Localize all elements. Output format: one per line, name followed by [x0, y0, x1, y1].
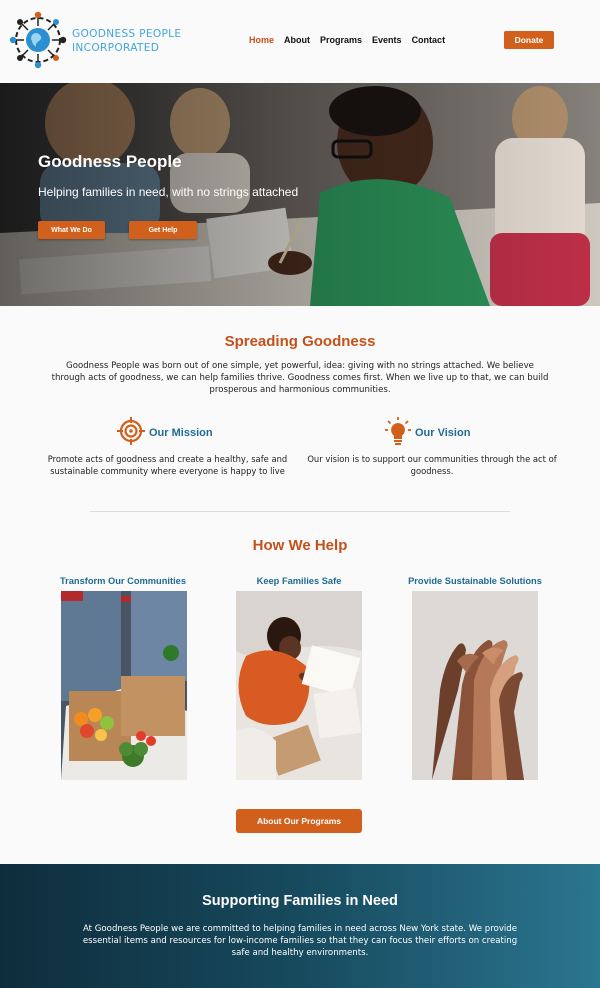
lightbulb-icon — [385, 417, 411, 449]
supporting-families-section: Supporting Families in Need At Goodness … — [0, 864, 600, 988]
hero-title: Goodness People — [38, 152, 182, 171]
girl-studying-image[interactable] — [236, 591, 362, 780]
logo-line-1: GOODNESS PEOPLE — [72, 28, 182, 40]
how-we-help-heading: How We Help — [252, 537, 348, 554]
get-help-button[interactable]: Get Help — [129, 221, 197, 239]
vision-header: Our Vision — [385, 417, 470, 449]
card-title-sustainable: Provide Sustainable Solutions — [408, 576, 542, 586]
mission-header: Our Mission — [117, 417, 213, 449]
hands-together-image[interactable] — [412, 591, 538, 780]
supporting-families-text: At Goodness People we are committed to h… — [82, 924, 518, 958]
vision-text: Our vision is to support our communities… — [307, 454, 557, 476]
card-title-safe: Keep Families Safe — [256, 576, 342, 586]
spreading-goodness-heading: Spreading Goodness — [224, 333, 376, 350]
nav-item-events[interactable]: Events — [372, 35, 402, 45]
hero-banner: Goodness People Helping families in need… — [0, 83, 600, 306]
about-programs-button[interactable]: About Our Programs — [236, 809, 362, 833]
supporting-families-heading: Supporting Families in Need — [202, 893, 398, 909]
mission-title: Our Mission — [149, 427, 213, 439]
site-header: GOODNESS PEOPLE INCORPORATED Home About … — [0, 0, 600, 83]
nav-item-about[interactable]: About — [284, 35, 310, 45]
globe-logo-icon[interactable] — [8, 10, 68, 70]
hero-subtitle: Helping families in need, with no string… — [38, 185, 299, 199]
section-divider — [90, 511, 510, 512]
nav-item-programs[interactable]: Programs — [320, 35, 362, 45]
intro-paragraph: Goodness People was born out of one simp… — [51, 361, 549, 395]
mission-text: Promote acts of goodness and create a he… — [47, 454, 288, 476]
vision-title: Our Vision — [415, 427, 471, 439]
what-we-do-button[interactable]: What We Do — [38, 221, 105, 239]
nav-item-contact[interactable]: Contact — [412, 35, 446, 45]
donate-button[interactable]: Donate — [504, 31, 554, 49]
logo-line-2: INCORPORATED — [72, 42, 160, 54]
main-nav: Home About Programs Events Contact — [249, 35, 445, 45]
target-icon — [117, 417, 145, 449]
logo-wordmark[interactable]: GOODNESS PEOPLE INCORPORATED — [72, 27, 181, 55]
nav-item-home[interactable]: Home — [249, 35, 274, 45]
food-box-image[interactable] — [61, 591, 187, 780]
card-title-transform: Transform Our Communities — [59, 576, 187, 586]
